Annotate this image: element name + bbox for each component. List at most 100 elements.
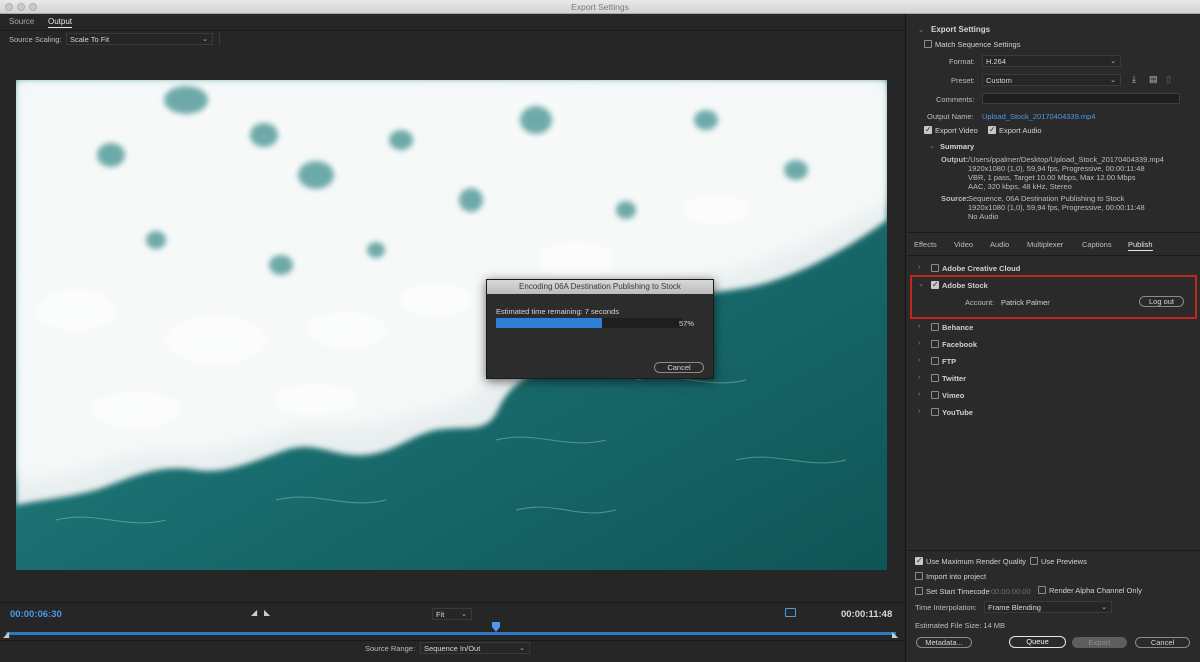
expand-arrow-icon[interactable]: › bbox=[918, 374, 920, 381]
tab-captions[interactable]: Captions bbox=[1082, 240, 1112, 249]
save-preset-icon[interactable]: ⤓ bbox=[1132, 74, 1136, 85]
export-audio-checkbox[interactable] bbox=[988, 125, 996, 134]
format-select[interactable]: H.264 ⌄ bbox=[982, 55, 1121, 67]
set-start-timecode-label: Set Start Timecode bbox=[926, 587, 990, 596]
tab-publish[interactable]: Publish bbox=[1128, 240, 1153, 251]
render-alpha-checkbox[interactable] bbox=[1038, 586, 1046, 594]
expand-arrow-icon[interactable]: › bbox=[918, 264, 920, 271]
dialog-title: Encoding 06A Destination Publishing to S… bbox=[487, 280, 713, 294]
export-settings-title: Export Settings bbox=[931, 25, 991, 34]
publish-item-ftp[interactable]: FTP bbox=[942, 357, 956, 366]
progress-bar bbox=[496, 318, 682, 328]
summary-source-line: 1920x1080 (1,0), 59,94 fps, Progressive,… bbox=[968, 203, 1145, 212]
log-out-button[interactable]: Log out bbox=[1139, 296, 1184, 307]
publish-checkbox-vimeo[interactable] bbox=[931, 391, 939, 399]
collapse-arrow-icon[interactable]: ⌄ bbox=[918, 280, 924, 288]
publish-item-facebook[interactable]: Facebook bbox=[942, 340, 977, 349]
export-video-checkbox[interactable] bbox=[924, 125, 932, 134]
ocean-waves-image bbox=[16, 80, 887, 570]
summary-output-line: AAC, 320 kbps, 48 kHz, Stereo bbox=[968, 182, 1072, 191]
estimated-time-text: Estimated time remaining: 7 seconds bbox=[496, 307, 619, 316]
video-preview bbox=[16, 80, 887, 570]
timeline-ruler[interactable] bbox=[6, 632, 896, 635]
zoom-select[interactable]: Fit ⌄ bbox=[432, 608, 472, 620]
current-timecode[interactable]: 00:00:06:30 bbox=[10, 609, 62, 620]
source-range-select[interactable]: Sequence In/Out ⌄ bbox=[420, 642, 530, 654]
summary-source-line: No Audio bbox=[968, 212, 999, 221]
chevron-down-icon: ⌄ bbox=[519, 645, 525, 652]
import-preset-icon[interactable]: ▤ bbox=[1149, 74, 1158, 85]
source-scaling-label: Source Scaling: bbox=[9, 35, 62, 44]
progress-bar-fill bbox=[496, 318, 603, 328]
out-marker-icon[interactable]: ◣ bbox=[892, 630, 898, 639]
publish-item-adobe-stock[interactable]: Adobe Stock bbox=[942, 281, 988, 290]
publish-item-youtube[interactable]: YouTube bbox=[942, 408, 973, 417]
match-sequence-label: Match Sequence Settings bbox=[935, 40, 1021, 49]
publish-item-twitter[interactable]: Twitter bbox=[942, 374, 966, 383]
publish-checkbox-ftp[interactable] bbox=[931, 357, 939, 365]
expand-arrow-icon[interactable]: › bbox=[918, 357, 920, 364]
import-into-project-checkbox[interactable] bbox=[915, 572, 923, 580]
playhead-icon[interactable] bbox=[492, 622, 500, 632]
summary-source-line: Sequence, 06A Destination Publishing to … bbox=[968, 194, 1125, 203]
publish-checkbox-youtube[interactable] bbox=[931, 408, 939, 416]
publish-checkbox-twitter[interactable] bbox=[931, 374, 939, 382]
set-start-timecode-checkbox[interactable] bbox=[915, 587, 923, 595]
summary-output-line: 1920x1080 (1,0), 59,94 fps, Progressive,… bbox=[968, 164, 1145, 173]
summary-output-label: Output: bbox=[941, 155, 969, 164]
chevron-down-icon: ⌄ bbox=[202, 36, 208, 43]
tab-video[interactable]: Video bbox=[954, 240, 973, 249]
export-video-label: Export Video bbox=[935, 126, 978, 135]
collapse-arrow-icon[interactable]: ⌄ bbox=[929, 142, 935, 150]
chevron-down-icon: ⌄ bbox=[1110, 58, 1116, 65]
source-scaling-value: Scale To Fit bbox=[70, 35, 110, 44]
expand-arrow-icon[interactable]: › bbox=[918, 323, 920, 330]
tab-output[interactable]: Output bbox=[48, 17, 73, 28]
source-range-value: Sequence In/Out bbox=[424, 644, 481, 653]
metadata-button[interactable]: Metadata... bbox=[916, 637, 972, 648]
publish-checkbox-creative-cloud[interactable] bbox=[931, 264, 939, 272]
set-in-point-icon[interactable]: ◢ bbox=[251, 608, 257, 617]
source-scaling-select[interactable]: Scale To Fit ⌄ bbox=[66, 33, 213, 45]
export-button[interactable]: Export bbox=[1072, 637, 1127, 648]
output-name-label: Output Name: bbox=[927, 112, 974, 121]
collapse-arrow-icon[interactable]: ⌄ bbox=[918, 26, 924, 34]
start-timecode-value[interactable]: 00:00:00:00 bbox=[991, 587, 1031, 596]
delete-preset-icon[interactable]: ▯ bbox=[1166, 74, 1171, 85]
expand-arrow-icon[interactable]: › bbox=[918, 408, 920, 415]
tab-effects[interactable]: Effects bbox=[914, 240, 937, 249]
set-out-point-icon[interactable]: ◣ bbox=[264, 608, 270, 617]
fit-frame-icon[interactable] bbox=[785, 608, 796, 617]
window-title: Export Settings bbox=[571, 2, 629, 12]
time-interpolation-select[interactable]: Frame Blending ⌄ bbox=[984, 601, 1112, 613]
publish-item-creative-cloud[interactable]: Adobe Creative Cloud bbox=[942, 264, 1020, 273]
comments-input[interactable] bbox=[982, 93, 1180, 104]
max-render-quality-checkbox[interactable] bbox=[915, 556, 923, 565]
source-range-label: Source Range: bbox=[365, 644, 416, 653]
in-marker-icon[interactable]: ◢ bbox=[3, 630, 9, 639]
expand-arrow-icon[interactable]: › bbox=[918, 391, 920, 398]
publish-checkbox-adobe-stock[interactable] bbox=[931, 280, 939, 289]
preset-select[interactable]: Custom ⌄ bbox=[982, 74, 1121, 86]
publish-checkbox-behance[interactable] bbox=[931, 323, 939, 331]
match-sequence-checkbox[interactable] bbox=[924, 40, 932, 48]
publish-item-behance[interactable]: Behance bbox=[942, 323, 973, 332]
divider bbox=[905, 232, 1200, 233]
publish-checkbox-facebook[interactable] bbox=[931, 340, 939, 348]
divider bbox=[905, 255, 1200, 256]
duration-timecode: 00:00:11:48 bbox=[841, 609, 893, 620]
tab-source[interactable]: Source bbox=[9, 17, 34, 26]
output-name-link[interactable]: Upload_Stock_20170404339.mp4 bbox=[982, 112, 1095, 121]
account-label: Account: bbox=[965, 298, 995, 307]
use-previews-checkbox[interactable] bbox=[1030, 557, 1038, 565]
progress-percent: 57% bbox=[679, 319, 695, 328]
queue-button[interactable]: Queue bbox=[1009, 636, 1066, 648]
cancel-encoding-button[interactable]: Cancel bbox=[654, 362, 704, 373]
chevron-down-icon: ⌄ bbox=[461, 611, 467, 618]
publish-item-vimeo[interactable]: Vimeo bbox=[942, 391, 964, 400]
estimated-file-size: Estimated File Size: 14 MB bbox=[915, 621, 1006, 630]
tab-multiplexer[interactable]: Multiplexer bbox=[1027, 240, 1063, 249]
tab-audio[interactable]: Audio bbox=[990, 240, 1009, 249]
expand-arrow-icon[interactable]: › bbox=[918, 340, 920, 347]
cancel-button[interactable]: Cancel bbox=[1135, 637, 1190, 648]
